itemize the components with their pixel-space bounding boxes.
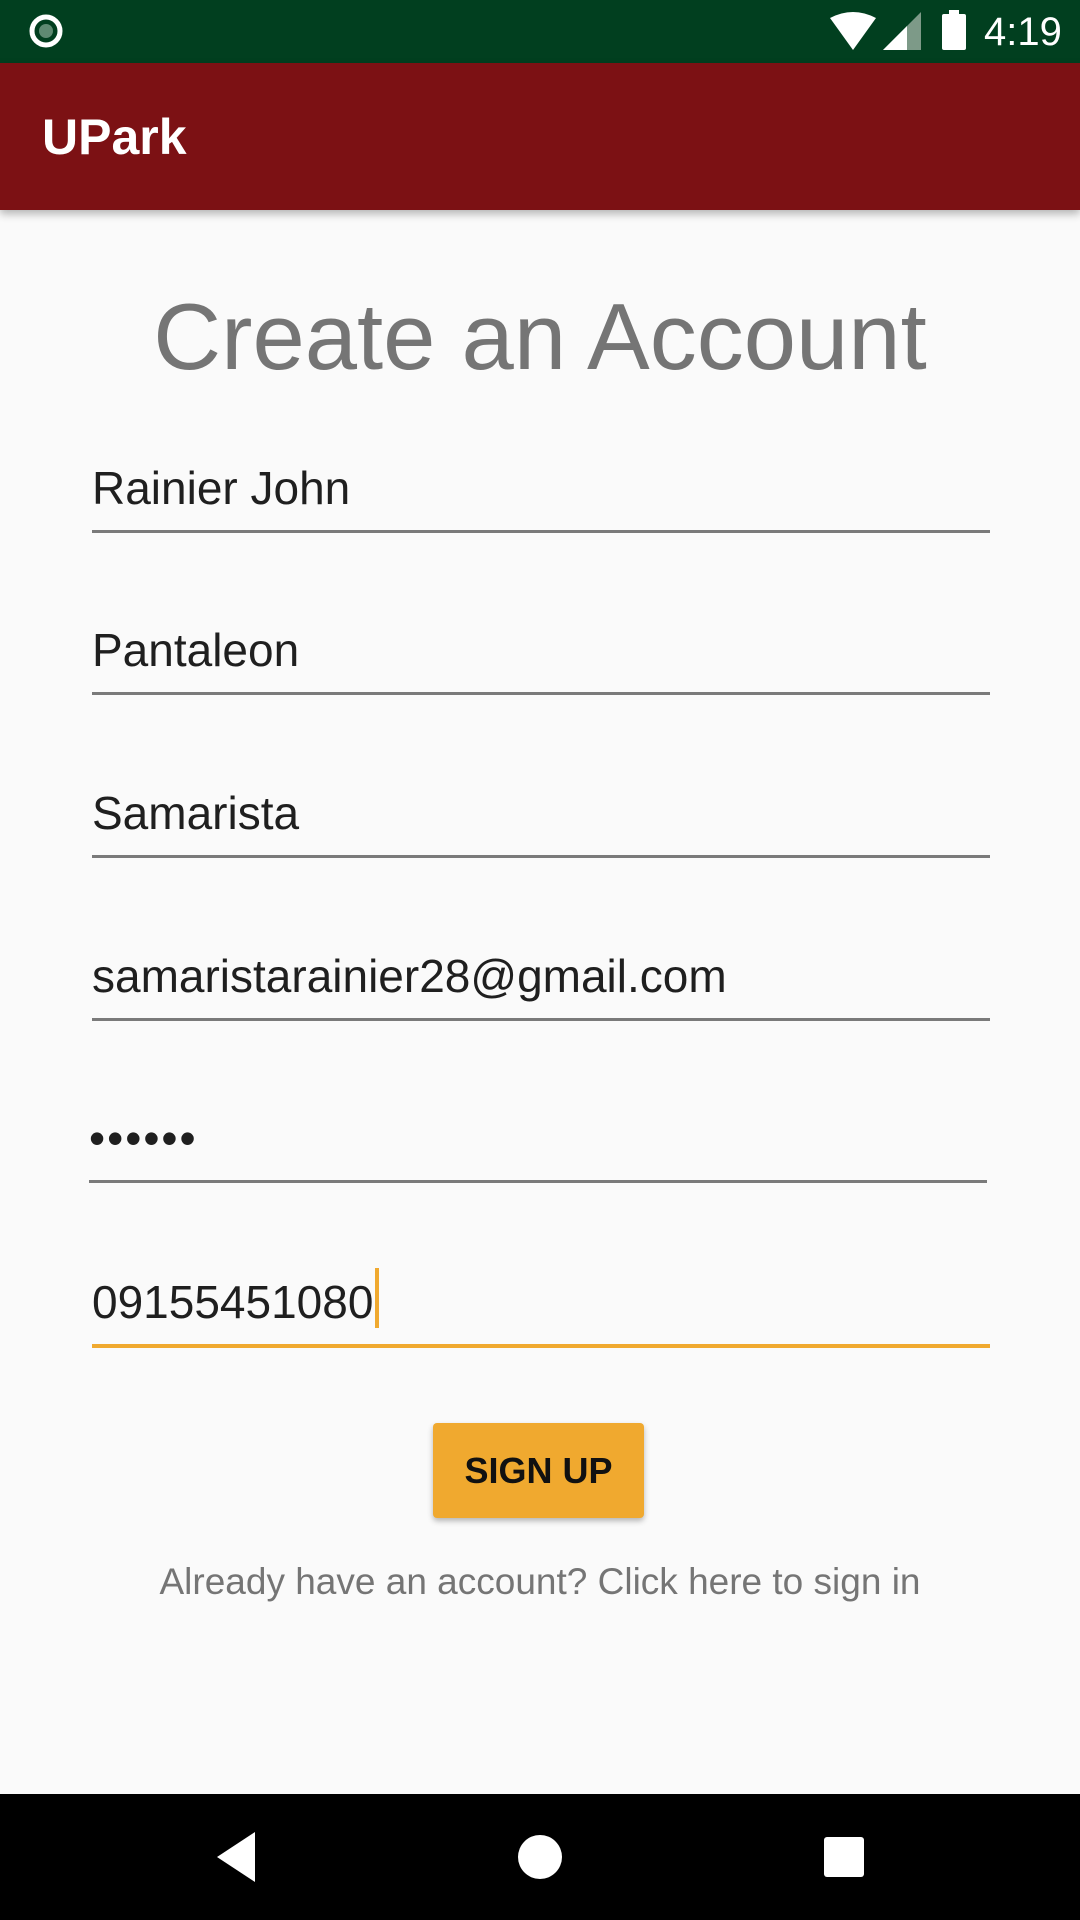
- last-name-value: Samarista: [92, 787, 300, 839]
- first-name-value: Rainier John: [92, 462, 351, 514]
- middle-name-value: Pantaleon: [92, 624, 300, 676]
- email-field[interactable]: samaristarainier28@gmail.com: [92, 938, 990, 1021]
- wifi-icon: [830, 12, 876, 50]
- notification-icon: [29, 14, 63, 48]
- status-bar: 4:19: [0, 0, 1080, 63]
- middle-name-field[interactable]: Pantaleon: [92, 612, 990, 695]
- home-icon[interactable]: [507, 1824, 573, 1890]
- password-value: ••••••: [89, 1112, 198, 1164]
- sign-in-link[interactable]: Already have an account? Click here to s…: [0, 1558, 1080, 1606]
- phone-value: 09155451080: [92, 1276, 374, 1328]
- signup-screen: 4:19 UPark Create an Account Rainier Joh…: [0, 0, 1080, 1920]
- recents-icon[interactable]: [811, 1824, 877, 1890]
- app-bar: UPark: [0, 63, 1080, 210]
- page-title: Create an Account: [153, 284, 927, 389]
- password-field[interactable]: ••••••: [89, 1100, 987, 1183]
- cell-signal-icon: [883, 12, 921, 50]
- navigation-bar: [0, 1794, 1080, 1920]
- phone-field[interactable]: 09155451080: [92, 1264, 990, 1348]
- text-caret: [375, 1268, 380, 1328]
- back-icon[interactable]: [203, 1824, 269, 1890]
- phone-value-wrap: 09155451080: [92, 1268, 380, 1330]
- last-name-field[interactable]: Samarista: [92, 775, 990, 858]
- status-time: 4:19: [984, 10, 1062, 54]
- email-value: samaristarainier28@gmail.com: [92, 950, 727, 1002]
- app-title: UPark: [42, 109, 187, 165]
- battery-icon: [942, 10, 966, 50]
- sign-up-button[interactable]: SIGN UP: [433, 1423, 644, 1518]
- first-name-field[interactable]: Rainier John: [92, 450, 990, 533]
